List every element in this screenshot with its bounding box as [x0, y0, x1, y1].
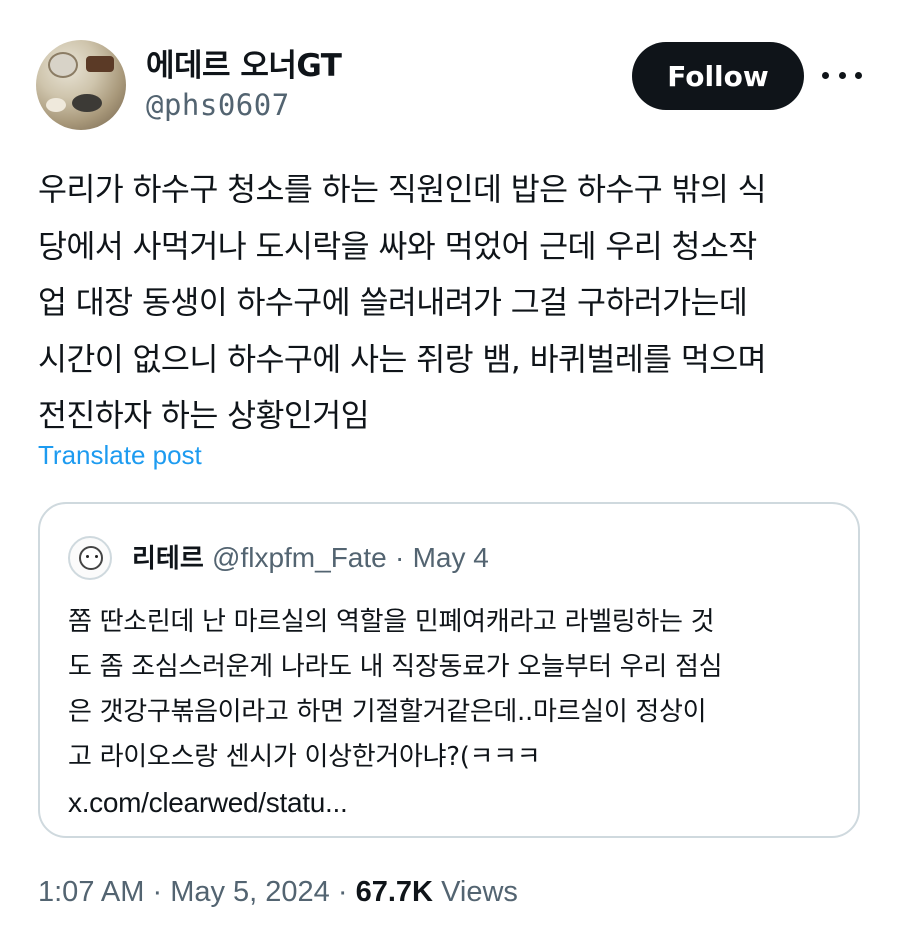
quoted-author-handle: @flxpfm_Fate	[212, 542, 387, 573]
post-date[interactable]: May 5, 2024	[170, 876, 330, 908]
quoted-post-date: May 4	[412, 542, 489, 573]
views-count: 67.7K	[355, 876, 433, 908]
post-time[interactable]: 1:07 AM	[38, 876, 144, 908]
follow-button[interactable]: Follow	[632, 42, 804, 110]
quoted-post-link: x.com/clearwed/statu...	[68, 787, 348, 818]
translate-post-link[interactable]: Translate post	[38, 440, 202, 471]
quoted-author-name: 리테르	[132, 544, 204, 574]
post-text-line: 시간이 없으니 하수구에 사는 쥐랑 뱀, 바퀴벌레를 먹으며	[38, 341, 767, 378]
post-text-line: 우리가 하수구 청소를 하는 직원인데 밥은 하수구 밖의 식	[38, 172, 767, 208]
post-text-line: 전진하자 하는 상황인거임	[38, 398, 370, 434]
quoted-text-line: 도 좀 조심스러운게 나라도 내 직장동료가 오늘부터 우리 점심	[68, 652, 723, 682]
quoted-post-text: 쫌 딴소린데 난 마르실의 역할을 민폐여캐라고 라벨링하는 것 도 좀 조심스…	[68, 600, 848, 825]
author-display-name[interactable]: 에데르 오너GT	[146, 40, 342, 85]
quoted-post-meta: 리테르 @flxpfm_Fate · May 4	[132, 538, 489, 575]
footer-separator: ·	[337, 876, 348, 908]
post-text-line: 당에서 사먹거나 도시락을 싸와 먹었어 근데 우리 청소작	[38, 228, 757, 265]
quoted-text-line: 고 라이오스랑 센시가 이상한거아냐?(ㅋㅋㅋ	[68, 742, 541, 772]
author-avatar[interactable]	[36, 40, 126, 130]
quoted-text-line: 쫌 딴소린데 난 마르실의 역할을 민폐여캐라고 라벨링하는 것	[68, 607, 715, 637]
quoted-meta-separator: ·	[395, 542, 405, 573]
quoted-text-line: 은 갯강구볶음이라고 하면 기절할거같은데..마르실이 정상이	[68, 697, 707, 727]
post-text: 우리가 하수구 청소를 하는 직원인데 밥은 하수구 밖의 식 당에서 사먹거나…	[38, 162, 868, 445]
author-handle[interactable]: @phs0607	[146, 88, 290, 122]
quoted-author-avatar	[68, 536, 112, 580]
post-text-line: 업 대장 동생이 하수구에 쓸려내려가 그걸 구하러가는데	[38, 285, 748, 321]
post-footer: 1:07 AM · May 5, 2024 · 67.7K Views	[38, 876, 518, 909]
more-horizontal-icon[interactable]	[822, 62, 862, 88]
footer-separator: ·	[152, 876, 163, 908]
views-label: Views	[441, 876, 518, 908]
quoted-post-card[interactable]: 리테르 @flxpfm_Fate · May 4 쫌 딴소린데 난 마르실의 역…	[38, 502, 860, 838]
